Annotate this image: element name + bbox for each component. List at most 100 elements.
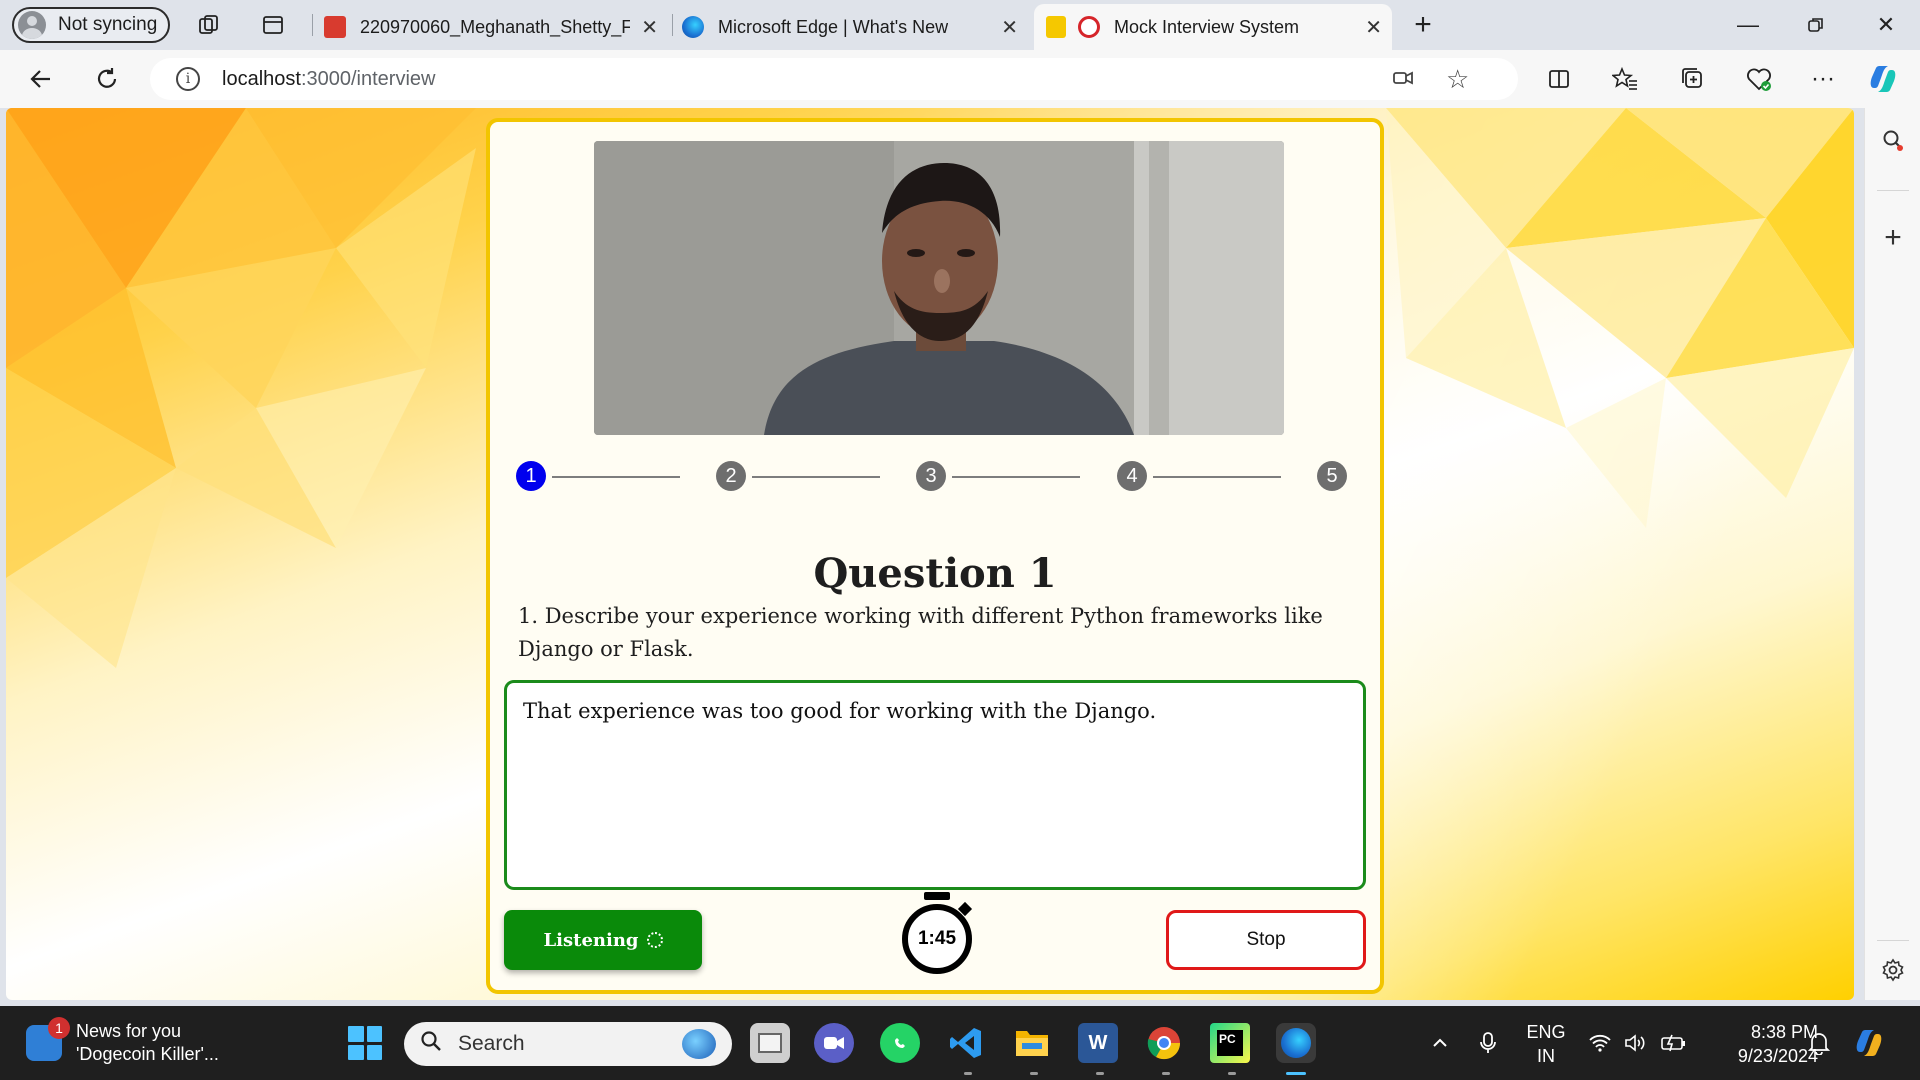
close-icon[interactable]: ✕ bbox=[1365, 15, 1382, 40]
edge-sidebar: + bbox=[1864, 108, 1920, 1000]
answer-textbox[interactable]: That experience was too good for working… bbox=[504, 680, 1366, 890]
search-icon bbox=[420, 1030, 442, 1058]
split-screen-icon[interactable] bbox=[1542, 62, 1576, 96]
stopwatch-timer: 1:45 bbox=[894, 886, 980, 980]
step-3[interactable]: 3 bbox=[916, 461, 946, 491]
volume-icon[interactable] bbox=[1624, 1006, 1648, 1080]
url-text[interactable]: localhost:3000/interview bbox=[222, 68, 435, 91]
file-explorer-icon[interactable] bbox=[1012, 1023, 1052, 1063]
running-indicator bbox=[1096, 1072, 1104, 1075]
copilot-preview-icon[interactable] bbox=[1852, 1006, 1886, 1080]
step-connector bbox=[752, 476, 880, 478]
listening-button[interactable]: Listening bbox=[504, 910, 702, 970]
step-connector bbox=[952, 476, 1080, 478]
news-widget[interactable]: 1 News for you 'Dogecoin Killer'... bbox=[26, 1017, 219, 1066]
tab-separator bbox=[672, 14, 673, 36]
browser-toolbar: i localhost:3000/interview ☆ ··· bbox=[0, 50, 1920, 108]
sidebar-search-icon[interactable] bbox=[1875, 122, 1911, 158]
tab-pdf-document[interactable]: 220970060_Meghanath_Shetty_Fi ✕ bbox=[322, 4, 668, 50]
copilot-icon[interactable] bbox=[1866, 62, 1900, 96]
step-2[interactable]: 2 bbox=[716, 461, 746, 491]
sidebar-settings-icon[interactable] bbox=[1875, 952, 1911, 988]
site-info-icon[interactable]: i bbox=[176, 67, 200, 91]
running-indicator bbox=[964, 1072, 972, 1075]
browser-essentials-icon[interactable] bbox=[1742, 62, 1776, 96]
running-indicator bbox=[1228, 1072, 1236, 1075]
step-connector bbox=[552, 476, 680, 478]
wifi-icon[interactable] bbox=[1588, 1006, 1612, 1080]
camera-in-use-icon[interactable] bbox=[1392, 67, 1414, 95]
taskbar-search[interactable]: Search bbox=[404, 1022, 732, 1066]
close-icon[interactable]: ✕ bbox=[641, 15, 658, 40]
chrome-icon[interactable] bbox=[1144, 1023, 1184, 1063]
pycharm-icon[interactable]: PC bbox=[1210, 1023, 1250, 1063]
news-badge: 1 bbox=[48, 1017, 70, 1039]
new-tab-icon[interactable]: + bbox=[1408, 8, 1438, 41]
vscode-icon[interactable] bbox=[946, 1023, 986, 1063]
address-bar[interactable]: i localhost:3000/interview ☆ bbox=[150, 58, 1518, 100]
search-highlight-icon bbox=[682, 1029, 716, 1059]
question-stepper: 1 2 3 4 5 bbox=[516, 460, 1358, 494]
sidebar-divider bbox=[1877, 940, 1909, 941]
back-icon[interactable] bbox=[24, 62, 58, 96]
webcam-video-feed bbox=[594, 141, 1284, 435]
notifications-bell-icon[interactable] bbox=[1808, 1006, 1830, 1080]
windows-logo-icon bbox=[366, 1026, 382, 1042]
more-options-icon[interactable]: ··· bbox=[1806, 62, 1840, 96]
start-button[interactable] bbox=[348, 1026, 382, 1060]
minimize-icon[interactable]: — bbox=[1728, 8, 1768, 42]
sidebar-divider bbox=[1877, 190, 1909, 191]
interview-card: 1 2 3 4 5 Question 1 1. Describe your ex… bbox=[486, 118, 1384, 994]
step-1[interactable]: 1 bbox=[516, 461, 546, 491]
question-text: 1. Describe your experience working with… bbox=[518, 604, 1323, 661]
input-language[interactable]: ENG IN bbox=[1524, 1020, 1568, 1068]
news-title: News for you bbox=[76, 1021, 182, 1041]
task-view-icon[interactable] bbox=[750, 1023, 790, 1063]
word-icon[interactable]: W bbox=[1078, 1023, 1118, 1063]
tab-edge-whats-new[interactable]: Microsoft Edge | What's New ✕ bbox=[682, 4, 1028, 50]
news-widget-icon: 1 bbox=[26, 1017, 70, 1061]
teams-chat-icon[interactable] bbox=[814, 1023, 854, 1063]
windows-logo-icon bbox=[348, 1026, 364, 1042]
news-subtitle: 'Dogecoin Killer'... bbox=[76, 1044, 219, 1064]
edge-taskbar-icon[interactable] bbox=[1276, 1023, 1316, 1063]
restore-icon[interactable] bbox=[1796, 8, 1836, 42]
close-icon[interactable]: ✕ bbox=[1001, 15, 1018, 40]
step-connector bbox=[1153, 476, 1281, 478]
edge-icon bbox=[682, 16, 704, 38]
favorites-icon[interactable] bbox=[1608, 62, 1642, 96]
whatsapp-icon[interactable] bbox=[880, 1023, 920, 1063]
sidebar-add-icon[interactable]: + bbox=[1875, 220, 1911, 256]
profile-avatar-icon bbox=[18, 11, 46, 39]
collections-icon[interactable] bbox=[1676, 62, 1710, 96]
tab-group-icon bbox=[1046, 16, 1066, 38]
step-5[interactable]: 5 bbox=[1317, 461, 1347, 491]
language-code: ENG bbox=[1526, 1022, 1566, 1042]
tab-mock-interview[interactable]: Mock Interview System ✕ bbox=[1034, 4, 1392, 50]
refresh-icon[interactable] bbox=[90, 62, 124, 96]
clock-date: 9/23/2024 bbox=[1737, 1046, 1818, 1066]
region-code: IN bbox=[1537, 1046, 1555, 1066]
listening-label: Listening bbox=[543, 929, 639, 951]
tab-separator bbox=[312, 14, 313, 36]
running-indicator bbox=[1030, 1072, 1038, 1075]
timer-value: 1:45 bbox=[902, 904, 972, 974]
show-hidden-icons[interactable] bbox=[1430, 1006, 1450, 1080]
clock-time: 8:38 PM bbox=[1750, 1022, 1818, 1042]
running-indicator bbox=[1162, 1072, 1170, 1075]
stop-button[interactable]: Stop bbox=[1166, 910, 1366, 970]
battery-icon[interactable] bbox=[1660, 1006, 1688, 1080]
recording-icon bbox=[1078, 16, 1100, 38]
system-clock[interactable]: 8:38 PM 9/23/2024 bbox=[1708, 1020, 1818, 1068]
vertical-tabs-icon[interactable] bbox=[258, 10, 288, 40]
question-title: Question 1 bbox=[813, 550, 1057, 597]
window-close-icon[interactable]: ✕ bbox=[1866, 8, 1906, 42]
profile-status-label: Not syncing bbox=[58, 14, 158, 35]
workspaces-icon[interactable] bbox=[194, 10, 224, 40]
step-4[interactable]: 4 bbox=[1117, 461, 1147, 491]
profile-button[interactable]: Not syncing bbox=[12, 7, 170, 43]
windows-logo-icon bbox=[366, 1044, 382, 1060]
microphone-icon[interactable] bbox=[1478, 1006, 1498, 1080]
url-host: localhost bbox=[222, 67, 301, 90]
favorite-star-icon[interactable]: ☆ bbox=[1446, 64, 1469, 95]
